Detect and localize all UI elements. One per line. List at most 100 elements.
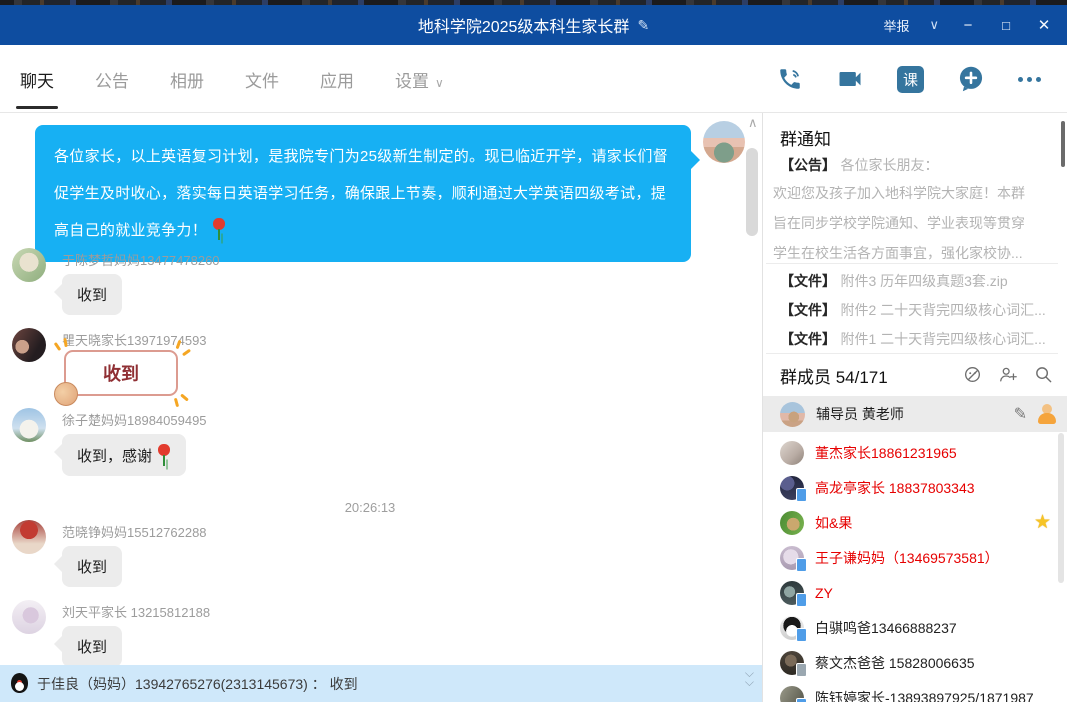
chevron: ⌵ <box>745 678 754 687</box>
sparkle-decor <box>54 342 62 351</box>
member-row[interactable]: 高龙亭家长 18837803343 <box>763 470 1067 505</box>
latest-message-bar[interactable]: 于佳良（妈妈）13942765276(2313145673) ： 收到 ⌵⌵ <box>0 665 762 702</box>
avatar <box>780 686 804 702</box>
chevron-down-icon: ∨ <box>435 76 444 90</box>
edit-title-icon[interactable]: ✎ <box>637 17 649 34</box>
sticker-text: 收到 <box>103 364 139 384</box>
mute-icon[interactable] <box>963 365 982 384</box>
avatar[interactable] <box>12 520 46 554</box>
avatar[interactable] <box>12 328 46 362</box>
avatar <box>780 402 805 427</box>
file-row[interactable]: 【文件】 附件2 二十天背完四级核心词汇... <box>780 300 1058 320</box>
sidebar-scrollbar[interactable] <box>1061 121 1065 167</box>
sender-name[interactable]: 刘天平家长 13215812188 <box>62 602 210 621</box>
avatar <box>780 546 804 570</box>
tab-settings-label: 设置 <box>395 72 429 91</box>
mobile-online-badge <box>796 628 807 642</box>
add-plus-icon[interactable] <box>957 65 985 93</box>
message-text: 收到 <box>77 639 107 656</box>
avatar <box>780 651 804 675</box>
class-icon[interactable]: 课 <box>897 66 924 93</box>
notice-line: 欢迎您及孩子加入地科学院大家庭！本群 <box>773 183 1025 203</box>
sparkle-decor <box>180 393 189 401</box>
file-label: 【文件】 <box>780 331 836 347</box>
notice-line: 学生在校生活各方面事宜，强化家校协... <box>773 243 1023 263</box>
close-button[interactable]: ✕ <box>1035 16 1053 34</box>
rose-emoji <box>212 218 226 240</box>
avatar <box>780 511 804 535</box>
titlebar: 地科学院2025级本科生家长群 ✎ 举报 ∨ − □ ✕ <box>0 5 1067 45</box>
chat-area: 各位家长，以上英语复习计划，是我院专门为25级新生制定的。现已临近开学，请家长们… <box>0 113 762 665</box>
sidebar: 群通知 【公告】 各位家长朋友： 欢迎您及孩子加入地科学院大家庭！本群 旨在同步… <box>763 113 1067 702</box>
sparkle-decor <box>174 398 179 407</box>
mobile-online-badge <box>796 593 807 607</box>
search-member-icon[interactable] <box>1034 365 1053 384</box>
tab-album[interactable]: 相册 <box>168 67 206 92</box>
avatar[interactable] <box>12 248 46 282</box>
titlebar-controls: 举报 ∨ − □ ✕ <box>883 5 1053 45</box>
add-member-icon[interactable] <box>998 365 1018 384</box>
member-row[interactable]: 如&果 ★ <box>763 505 1067 540</box>
member-row[interactable]: ZY <box>763 575 1067 610</box>
pinned-message-bubble[interactable]: 各位家长，以上英语复习计划，是我院专门为25级新生制定的。现已临近开学，请家长们… <box>35 125 691 262</box>
avatar <box>780 441 804 465</box>
group-notice-title[interactable]: 群通知 <box>780 125 831 150</box>
minimize-button[interactable]: − <box>959 17 977 34</box>
collapse-icon[interactable]: ∧ <box>748 115 758 131</box>
tab-apps[interactable]: 应用 <box>318 67 356 92</box>
member-name: 蔡文杰爸爸 15828006635 <box>815 653 975 673</box>
report-button[interactable]: 举报 <box>883 16 909 35</box>
own-avatar[interactable] <box>703 121 745 163</box>
message-text: 收到 <box>77 559 107 576</box>
message-bubble[interactable]: 收到 <box>62 274 122 315</box>
file-row[interactable]: 【文件】 附件3 历年四级真题3套.zip <box>780 271 1058 291</box>
member-name: 高龙亭家长 18837803343 <box>815 478 975 498</box>
member-name: 陈钰婷家长-13893897925/1871987 <box>815 688 1034 702</box>
notice-line: 旨在同步学校学院通知、学业表现等贯穿 <box>773 213 1025 233</box>
sender-name[interactable]: 徐子楚妈妈18984059495 <box>62 410 207 429</box>
qq-group-chat-window: 地科学院2025级本科生家长群 ✎ 举报 ∨ − □ ✕ 聊天 公告 相册 文件… <box>0 0 1067 702</box>
member-row[interactable]: 白骐鸣爸13466888237 <box>763 610 1067 645</box>
member-row-admin[interactable]: 辅导员 黄老师 ✎ <box>763 396 1067 432</box>
message-bubble[interactable]: 收到 <box>62 626 122 665</box>
chevron-down-icon[interactable]: ∨ <box>929 17 939 33</box>
message-bubble[interactable]: 收到 <box>62 546 122 587</box>
edit-card-icon[interactable]: ✎ <box>1014 404 1027 424</box>
member-row[interactable]: 蔡文杰爸爸 15828006635 <box>763 645 1067 680</box>
sender-name[interactable]: 范晓铮妈妈15512762288 <box>62 522 207 541</box>
mobile-online-badge <box>796 698 807 702</box>
member-row[interactable]: 王子谦妈妈（13469573581） <box>763 540 1067 575</box>
maximize-button[interactable]: □ <box>997 18 1015 33</box>
file-row[interactable]: 【文件】 附件1 二十天背完四级核心词汇... <box>780 329 1058 349</box>
sidebar-scrollbar-thumb[interactable] <box>1058 433 1064 583</box>
tab-announcement[interactable]: 公告 <box>93 67 131 92</box>
voice-call-icon[interactable] <box>777 66 803 92</box>
tab-chat[interactable]: 聊天 <box>18 67 56 92</box>
avatar[interactable] <box>12 408 46 442</box>
sparkle-decor <box>182 349 191 357</box>
notice-row[interactable]: 【公告】 各位家长朋友： <box>780 155 938 175</box>
file-name: 附件1 二十天背完四级核心词汇... <box>840 331 1045 347</box>
member-row[interactable]: 董杰家长18861231965 <box>763 435 1067 470</box>
divider <box>766 353 1058 354</box>
avatar[interactable] <box>12 600 46 634</box>
file-label: 【文件】 <box>780 302 836 318</box>
video-call-icon[interactable] <box>836 65 864 93</box>
sender-name[interactable]: 瞿天晓家长13971974593 <box>62 330 207 349</box>
class-icon-label: 课 <box>903 69 918 90</box>
message-text: 收到 <box>77 287 107 304</box>
member-row[interactable]: 陈钰婷家长-13893897925/1871987 <box>763 680 1067 702</box>
fist-emoji <box>54 382 78 406</box>
member-name: 辅导员 黄老师 <box>816 404 904 424</box>
sender-name[interactable]: 于陈梦哲妈妈13477478260 <box>62 250 220 269</box>
tab-files[interactable]: 文件 <box>243 67 281 92</box>
scroll-to-bottom-icon[interactable]: ⌵⌵ <box>745 669 754 687</box>
member-name: ZY <box>815 585 833 601</box>
tab-settings[interactable]: 设置 ∨ <box>393 67 446 92</box>
sticker-message[interactable]: 收到 <box>64 350 178 396</box>
avatar <box>780 476 804 500</box>
chat-scrollbar[interactable] <box>746 148 758 236</box>
message-bubble[interactable]: 收到，感谢 <box>62 434 186 476</box>
latest-message-text: 于佳良（妈妈）13942765276(2313145673) ： 收到 <box>37 674 358 694</box>
more-options-icon[interactable] <box>1018 77 1041 82</box>
